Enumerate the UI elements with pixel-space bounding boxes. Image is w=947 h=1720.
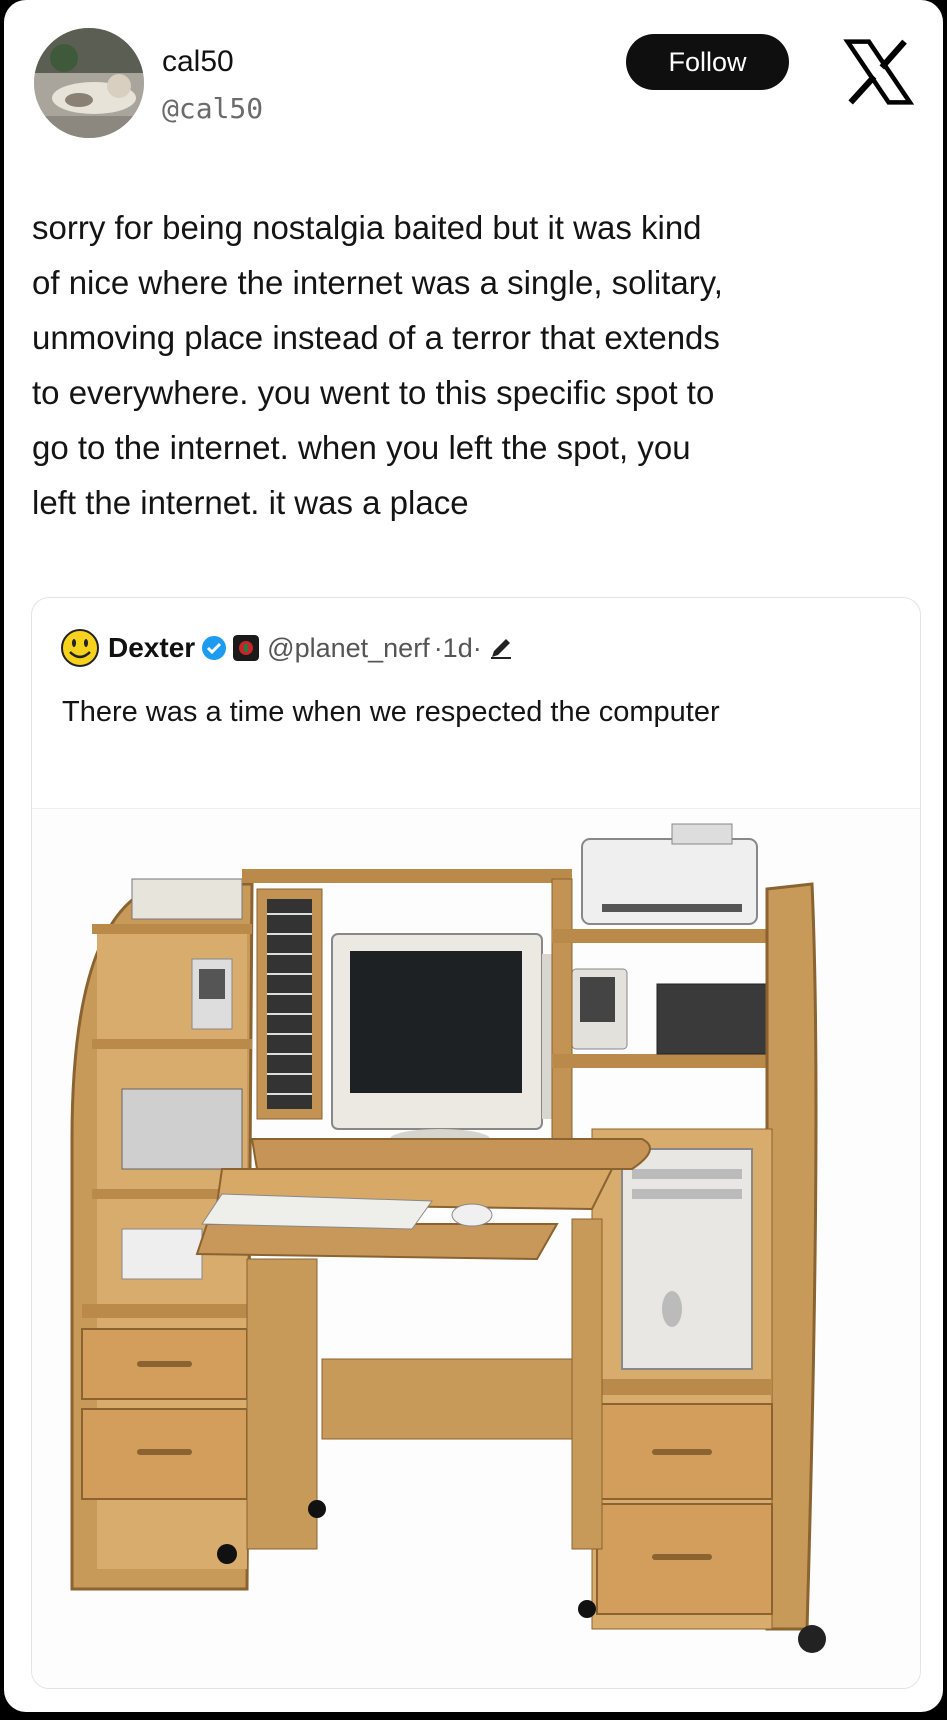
author-name[interactable]: cal50 — [162, 45, 234, 79]
avatar[interactable] — [34, 28, 144, 138]
author-handle[interactable]: @cal50 — [162, 92, 263, 125]
quote-meta: ·1d· — [433, 632, 482, 663]
pencil-icon — [490, 639, 511, 659]
quote-author-name[interactable]: Dexter — [108, 632, 195, 664]
tweet-card: cal50 @cal50 Follow sorry for being nost… — [4, 0, 943, 1712]
x-logo-icon[interactable] — [840, 34, 916, 110]
quote-header: Dexter @planet_nerf ·1d· — [60, 628, 514, 668]
smiley-icon — [61, 629, 99, 667]
flag-icon — [233, 635, 260, 661]
tweet-text: sorry for being nostalgia baited but it … — [32, 209, 723, 521]
computer-desk-photo[interactable] — [32, 808, 920, 1689]
follow-button[interactable]: Follow — [626, 34, 789, 90]
quote-text: There was a time when we respected the c… — [62, 696, 720, 728]
verified-icon — [202, 636, 227, 660]
quote-author-handle[interactable]: @planet_nerf — [267, 633, 430, 664]
quoted-tweet[interactable]: Dexter @planet_nerf ·1d· There was a tim… — [31, 597, 921, 1689]
